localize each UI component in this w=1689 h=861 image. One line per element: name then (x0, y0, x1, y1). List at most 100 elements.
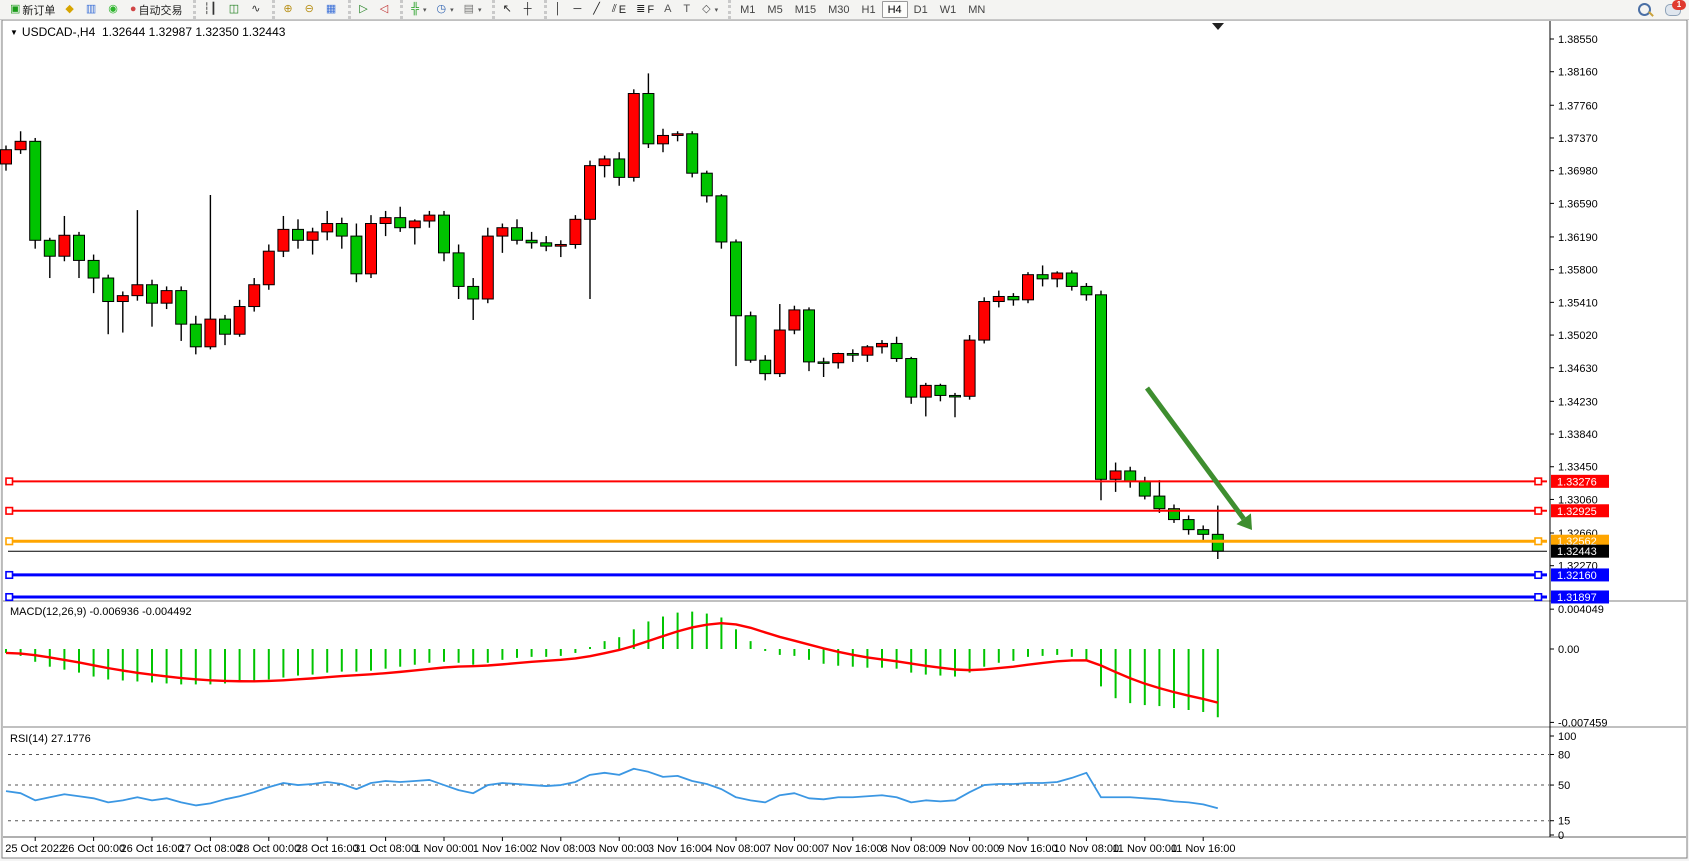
macd-axis-label: -0.007459 (1558, 717, 1608, 729)
chart-canvas[interactable]: 1.385501.381601.377601.373701.369801.365… (0, 0, 1689, 861)
candle-body (424, 215, 435, 221)
price-axis-label: 1.36190 (1558, 232, 1598, 244)
new-order-button[interactable]: ▣新订单 (6, 1, 59, 19)
time-axis-label: 7 Nov 16:00 (823, 843, 882, 855)
periods-button[interactable]: ◷▾ (433, 1, 458, 19)
search-icon[interactable] (1638, 3, 1651, 16)
candle-body (351, 236, 362, 274)
zoom-out-button[interactable]: ⊖ (301, 1, 320, 19)
timeframe-button-m1[interactable]: M1 (734, 1, 761, 18)
bar-chart-icon: ┆┃ (204, 4, 217, 15)
toolbar-group-0: ▣新订单 ◆ ▥ ◉ ●自动交易 (2, 0, 191, 19)
cursor-button[interactable]: ↖ (499, 1, 518, 19)
candle-body (687, 134, 698, 173)
arrows-button[interactable]: ◇▾ (698, 1, 722, 19)
timeframe-button-mn[interactable]: MN (962, 1, 991, 18)
support-line-orange-handle[interactable] (6, 538, 13, 545)
chart-window-frame (2, 20, 1687, 858)
auto-trading-button-label: 自动交易 (139, 2, 183, 18)
support-line-blue-2-handle[interactable] (1535, 594, 1542, 601)
crosshair-button[interactable]: ┼ (520, 1, 538, 19)
candle-body (103, 278, 114, 301)
line-chart-button[interactable]: ∿ (247, 1, 266, 19)
bar-chart-button[interactable]: ┆┃ (200, 1, 223, 19)
price-axis-label: 1.33840 (1558, 429, 1598, 441)
time-axis-label: 27 Oct 08:00 (179, 843, 242, 855)
arrow-tools-icon: ◇ (702, 4, 710, 15)
sound-market-button[interactable]: ◆ (61, 1, 79, 19)
candle-body (293, 229, 304, 240)
support-line-orange-handle[interactable] (1535, 538, 1542, 545)
text-label-icon: T (683, 4, 690, 15)
time-axis-label: 9 Nov 16:00 (998, 843, 1057, 855)
zoom-out-icon: ⊖ (305, 4, 314, 15)
chart-shift-button[interactable]: ◁ (376, 1, 394, 19)
timeframe-button-d1[interactable]: D1 (908, 1, 934, 18)
text-label-button[interactable]: T (679, 1, 696, 19)
candle-body (599, 159, 610, 166)
candle-body (789, 310, 800, 330)
indicators-button[interactable]: ╬▾ (407, 1, 430, 19)
auto-trading-button[interactable]: ●自动交易 (126, 1, 187, 19)
chevron-down-icon[interactable]: ▾ (423, 6, 427, 14)
timeframe-button-h4[interactable]: H4 (882, 1, 908, 18)
candle-body (570, 219, 581, 244)
auto-scroll-button[interactable]: ▷ (355, 1, 373, 19)
timeframe-button-m5[interactable]: M5 (761, 1, 788, 18)
candle-body (774, 330, 785, 374)
timeframe-button-m30[interactable]: M30 (822, 1, 855, 18)
broadcast-icon: ◉ (108, 4, 118, 15)
candle-body (44, 240, 55, 256)
text-button[interactable]: A (660, 1, 677, 19)
trendline-button[interactable]: ╱ (589, 1, 606, 19)
candle-body (555, 244, 566, 246)
candle-body (161, 291, 172, 304)
equidistant-channel-button[interactable]: ⫽E (608, 1, 630, 19)
candle-body (1023, 275, 1034, 300)
toolbar-group-5: ↖┼ (492, 0, 542, 19)
templates-button[interactable]: ▤▾ (460, 1, 486, 19)
candle-body (15, 141, 26, 149)
resistance-line-1-handle[interactable] (6, 478, 13, 485)
candle-body (1008, 296, 1019, 299)
price-axis-label: 1.38160 (1558, 67, 1598, 79)
tile-windows-button[interactable]: ▦ (322, 1, 342, 19)
price-axis-label: 1.37760 (1558, 100, 1598, 112)
resistance-line-2-handle[interactable] (1535, 508, 1542, 514)
zoom-in-button[interactable]: ⊕ (279, 1, 298, 19)
candle-body (979, 302, 990, 341)
chart-title-dropdown-icon[interactable]: ▼ (10, 28, 18, 37)
rsi-indicator-label: RSI(14) 27.1776 (10, 733, 91, 745)
gold-cube-icon: ◆ (65, 4, 73, 15)
chevron-down-icon[interactable]: ▾ (715, 6, 719, 14)
support-line-blue-1-handle[interactable] (1535, 572, 1542, 579)
vertical-line-button[interactable]: │ (551, 1, 568, 19)
fibonacci-button[interactable]: ≣F (632, 1, 658, 19)
candle-body (1212, 534, 1223, 551)
candle-body (74, 235, 85, 260)
notifications-icon[interactable]: 1 (1665, 4, 1681, 16)
new-order-button-label: 新订单 (22, 2, 55, 18)
chevron-down-icon[interactable]: ▾ (450, 6, 454, 14)
candle-body (847, 354, 858, 356)
candle-body (760, 360, 771, 373)
horizontal-line-icon: ─ (573, 4, 581, 15)
support-line-blue-2-handle[interactable] (6, 594, 13, 601)
chevron-down-icon[interactable]: ▾ (478, 6, 482, 14)
trendline-icon: ╱ (593, 4, 600, 15)
candlestick-chart-button[interactable]: ◫ (225, 1, 245, 19)
timeframe-button-h1[interactable]: H1 (856, 1, 882, 18)
signals-button[interactable]: ◉ (104, 1, 124, 19)
horizontal-line-button[interactable]: ─ (569, 1, 587, 19)
market-watch-button[interactable]: ▥ (82, 1, 102, 19)
support-line-blue-1-handle[interactable] (6, 572, 13, 579)
timeframe-button-m15[interactable]: M15 (789, 1, 822, 18)
rsi-axis-label: 100 (1558, 731, 1576, 743)
time-axis-label: 9 Nov 00:00 (940, 843, 999, 855)
timeframe-button-w1[interactable]: W1 (934, 1, 963, 18)
notification-badge: 1 (1672, 0, 1686, 10)
candle-body (366, 224, 377, 274)
resistance-line-2-handle[interactable] (6, 508, 13, 514)
candle-body (935, 385, 946, 395)
resistance-line-1-handle[interactable] (1535, 478, 1542, 485)
